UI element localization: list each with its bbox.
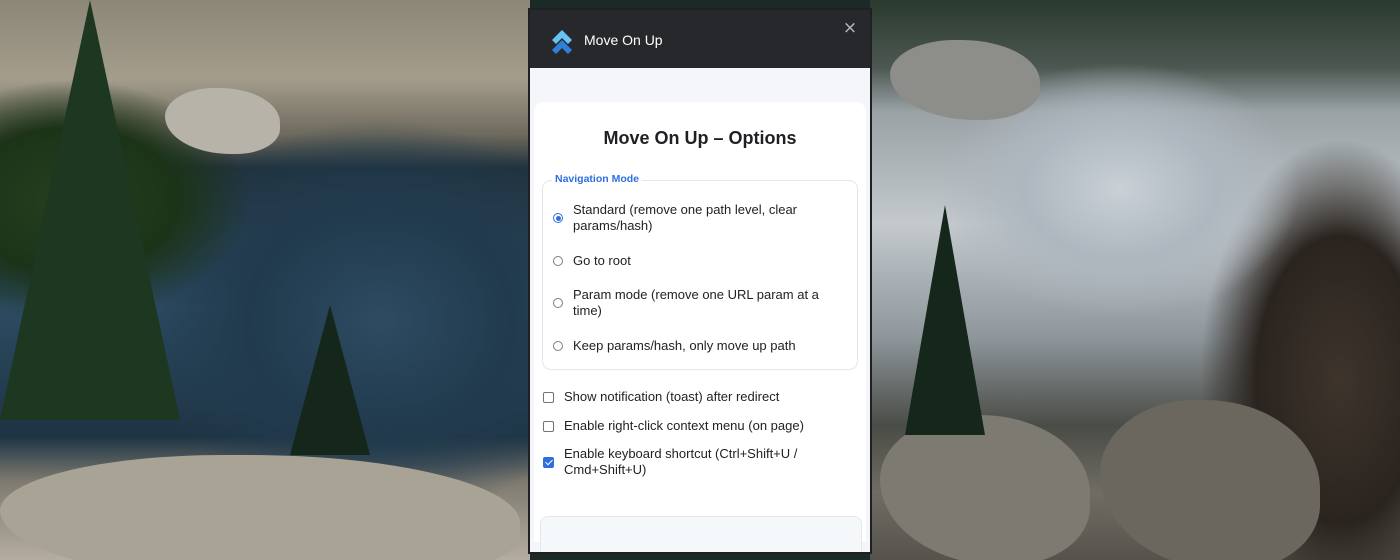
radio-button[interactable]	[553, 298, 563, 308]
double-chevron-up-icon	[552, 30, 572, 54]
title-bar: Move On Up ×	[530, 10, 870, 68]
radio-label: Standard (remove one path level, clear p…	[573, 202, 798, 233]
checkbox[interactable]	[543, 420, 554, 432]
radio-label: Param mode (remove one URL param at a ti…	[573, 287, 819, 318]
setting-show-notification[interactable]: Show notification (toast) after redirect	[543, 389, 853, 405]
background-tree	[0, 0, 180, 420]
setting-context-menu[interactable]: Enable right-click context menu (on page…	[543, 418, 853, 434]
checkbox-label: Enable right-click context menu (on page…	[564, 418, 804, 433]
radio-keep-params[interactable]: Keep params/hash, only move up path	[553, 338, 843, 354]
background-tree	[905, 205, 985, 435]
radio-button[interactable]	[553, 341, 563, 351]
page-title: Move On Up – Options	[603, 128, 797, 148]
app-title: Move On Up	[584, 32, 663, 48]
radio-label: Go to root	[573, 253, 631, 268]
options-panel: Move On Up – Options Navigation Mode Sta…	[534, 102, 866, 552]
background-tree	[290, 305, 370, 455]
checkbox[interactable]	[543, 391, 554, 403]
checkbox[interactable]	[543, 456, 554, 468]
extension-popup: Move On Up × Move On Up – Options Naviga…	[528, 8, 872, 554]
navigation-mode-legend: Navigation Mode	[552, 173, 643, 185]
radio-label: Keep params/hash, only move up path	[573, 338, 796, 353]
radio-go-to-root[interactable]: Go to root	[553, 253, 843, 269]
radio-button[interactable]	[553, 213, 563, 223]
radio-button[interactable]	[553, 256, 563, 266]
radio-param-mode[interactable]: Param mode (remove one URL param at a ti…	[553, 287, 843, 319]
footer-section	[540, 516, 862, 552]
close-icon[interactable]: ×	[842, 20, 858, 37]
checkbox-label: Show notification (toast) after redirect	[564, 389, 780, 404]
checkbox-label: Enable keyboard shortcut (Ctrl+Shift+U /…	[564, 446, 798, 477]
radio-standard[interactable]: Standard (remove one path level, clear p…	[553, 202, 843, 234]
setting-keyboard-shortcut[interactable]: Enable keyboard shortcut (Ctrl+Shift+U /…	[543, 446, 853, 478]
